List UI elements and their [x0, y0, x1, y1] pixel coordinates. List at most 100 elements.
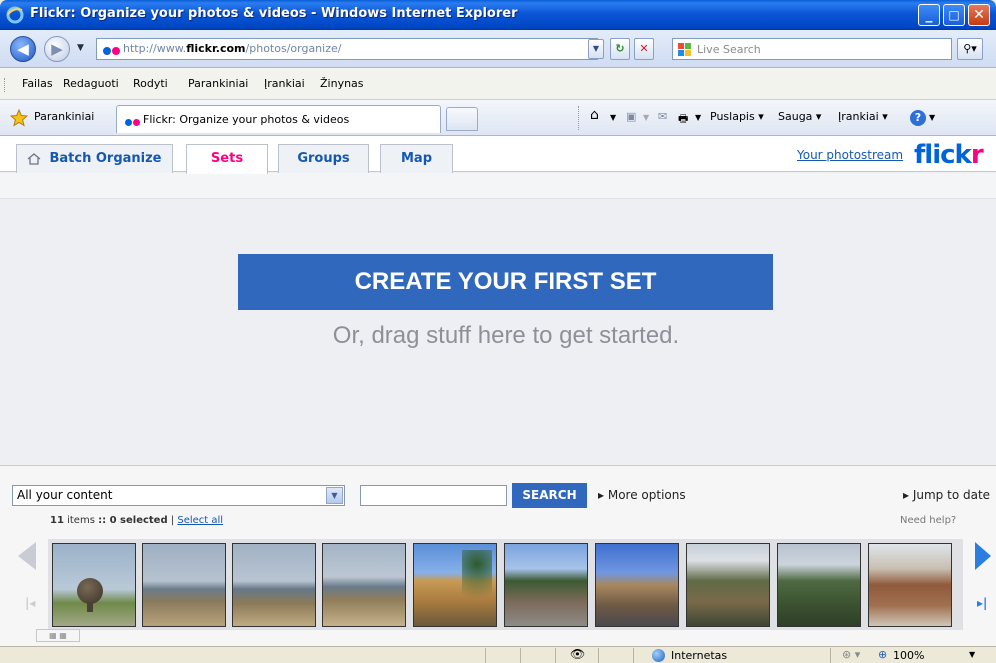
scroll-right-arrow-icon[interactable] [975, 542, 991, 570]
sub-toolbar-strip [0, 173, 996, 199]
favorites-tab-bar: Parankiniai Flickr: Organize your photos… [0, 100, 996, 136]
flickr-favicon-icon [125, 116, 140, 129]
photo-thumbnail[interactable] [595, 543, 679, 627]
help-icon[interactable]: ? [910, 110, 926, 126]
feeds-icon[interactable]: ▣ [626, 110, 636, 123]
close-button[interactable]: ✕ [968, 4, 990, 26]
page-menu[interactable]: Puslapis ▾ [710, 110, 764, 123]
status-divider [555, 648, 556, 663]
address-bar[interactable]: http://www.flickr.com/photos/organize/ [96, 38, 598, 60]
address-url: http://www.flickr.com/photos/organize/ [123, 42, 342, 55]
live-search-input[interactable]: Live Search [672, 38, 952, 60]
tools-menu[interactable]: Įrankiai ▾ [838, 110, 888, 123]
print-dropdown-icon[interactable]: ▼ [695, 113, 701, 122]
back-button[interactable]: ◀ [10, 36, 36, 62]
organizr-tabs: Batch Organize Sets Groups Map Your phot… [0, 136, 996, 174]
tab-map[interactable]: Map [380, 144, 453, 173]
photo-thumbnail[interactable] [52, 543, 136, 627]
photo-thumbnail[interactable] [504, 543, 588, 627]
menu-bar: Failas Redaguoti Rodyti Parankiniai Įran… [0, 68, 996, 100]
photo-thumbnail[interactable] [142, 543, 226, 627]
home-dropdown-icon[interactable]: ▼ [610, 113, 616, 122]
search-icon[interactable]: ⚲▾ [957, 38, 983, 60]
photo-thumbnail[interactable] [868, 543, 952, 627]
menu-edit[interactable]: Redaguoti [63, 77, 119, 90]
menu-tools[interactable]: Įrankiai [264, 77, 305, 90]
zoom-icon[interactable]: ⊕ [878, 648, 887, 661]
more-options-link[interactable]: ▸ More options [598, 488, 686, 502]
photo-thumbnail[interactable] [322, 543, 406, 627]
internet-zone-icon [652, 649, 665, 662]
refresh-icon[interactable]: ↻ [610, 38, 630, 60]
new-tab-button[interactable] [446, 107, 478, 131]
flickr-logo: flickr [914, 140, 984, 170]
tab-label: Batch Organize [49, 151, 162, 166]
address-dropdown-icon[interactable]: ▼ [588, 39, 604, 59]
photo-thumbnail[interactable] [232, 543, 316, 627]
toolbar-grip [4, 78, 7, 92]
history-dropdown-icon[interactable]: ▼ [77, 43, 84, 53]
select-all-link[interactable]: Select all [177, 515, 223, 526]
jump-to-date-link[interactable]: ▸ Jump to date [903, 488, 990, 502]
photo-tray: All your content ▼ SEARCH ▸ More options… [0, 465, 996, 646]
selection-info: 11 items :: 0 selected | Select all [50, 515, 224, 526]
security-zone-label: Internetas [671, 649, 728, 662]
need-help-text[interactable]: Need help? [900, 515, 956, 526]
search-button[interactable]: SEARCH [512, 483, 587, 508]
view-toggle[interactable]: ▦ ▦ [36, 629, 80, 642]
minimize-button[interactable]: _ [918, 4, 940, 26]
status-divider [633, 648, 634, 663]
status-divider [520, 648, 521, 663]
drop-zone-hint: Or, drag stuff here to get started. [332, 322, 680, 349]
zoom-dropdown-icon[interactable]: ▼ [969, 650, 975, 659]
content-filter-value: All your content [17, 488, 113, 502]
browser-tab-flickr[interactable]: Flickr: Organize your photos & videos [116, 105, 441, 133]
scroll-last-icon[interactable]: ▸| [977, 596, 987, 610]
favorites-button[interactable]: Parankiniai [34, 110, 94, 123]
status-divider [598, 648, 599, 663]
thumbnail-strip [48, 539, 963, 630]
home-icon [28, 152, 41, 165]
window-title: Flickr: Organize your photos & videos - … [30, 6, 518, 21]
window-title-bar[interactable]: Flickr: Organize your photos & videos - … [0, 0, 996, 30]
menu-help[interactable]: Žinynas [320, 77, 364, 90]
scroll-first-icon[interactable]: |◂ [25, 596, 35, 610]
web-page: Batch Organize Sets Groups Map Your phot… [0, 136, 996, 646]
ie-logo-icon [6, 6, 24, 24]
browser-tab-label: Flickr: Organize your photos & videos [143, 113, 350, 126]
menu-view[interactable]: Rodyti [133, 77, 168, 90]
menu-favorites[interactable]: Parankiniai [188, 77, 248, 90]
scroll-left-arrow-icon[interactable] [18, 542, 36, 570]
create-first-set-button[interactable]: CREATE YOUR FIRST SET [238, 254, 773, 310]
flickr-favicon-icon [103, 45, 120, 58]
status-divider [485, 648, 486, 663]
forward-button[interactable]: ▶ [44, 36, 70, 62]
toolbar-separator [578, 106, 582, 130]
tab-batch-organize[interactable]: Batch Organize [16, 144, 173, 173]
mail-icon[interactable]: ✉ [658, 110, 667, 123]
stop-icon[interactable]: ✕ [634, 38, 654, 60]
home-icon[interactable]: ⌂ [590, 107, 599, 123]
tray-search-input[interactable] [360, 485, 507, 506]
tab-groups[interactable]: Groups [278, 144, 369, 173]
status-bar: 👁 Internetas ⊛ ▾ ⊕ 100% ▼ [0, 646, 996, 663]
feeds-dropdown-icon[interactable]: ▼ [643, 113, 649, 122]
safety-menu[interactable]: Sauga ▾ [778, 110, 821, 123]
favorites-star-icon[interactable] [10, 109, 28, 127]
windows-logo-icon [678, 43, 691, 56]
address-toolbar: ◀ ▶ ▼ http://www.flickr.com/photos/organ… [0, 30, 996, 68]
tab-sets[interactable]: Sets [186, 144, 268, 174]
photo-thumbnail[interactable] [413, 543, 497, 627]
privacy-icon[interactable]: 👁 [570, 647, 585, 661]
content-filter-select[interactable]: All your content ▼ [12, 485, 345, 506]
print-icon[interactable]: 🖶 [678, 110, 688, 129]
photo-thumbnail[interactable] [777, 543, 861, 627]
help-dropdown-icon[interactable]: ▼ [929, 113, 935, 122]
zoom-level[interactable]: 100% [893, 649, 924, 662]
maximize-button[interactable]: □ [943, 4, 965, 26]
chevron-down-icon[interactable]: ▼ [326, 487, 343, 504]
protected-mode-icon[interactable]: ⊛ ▾ [842, 648, 860, 661]
photo-thumbnail[interactable] [686, 543, 770, 627]
your-photostream-link[interactable]: Your photostream [797, 148, 903, 162]
menu-file[interactable]: Failas [22, 77, 53, 90]
